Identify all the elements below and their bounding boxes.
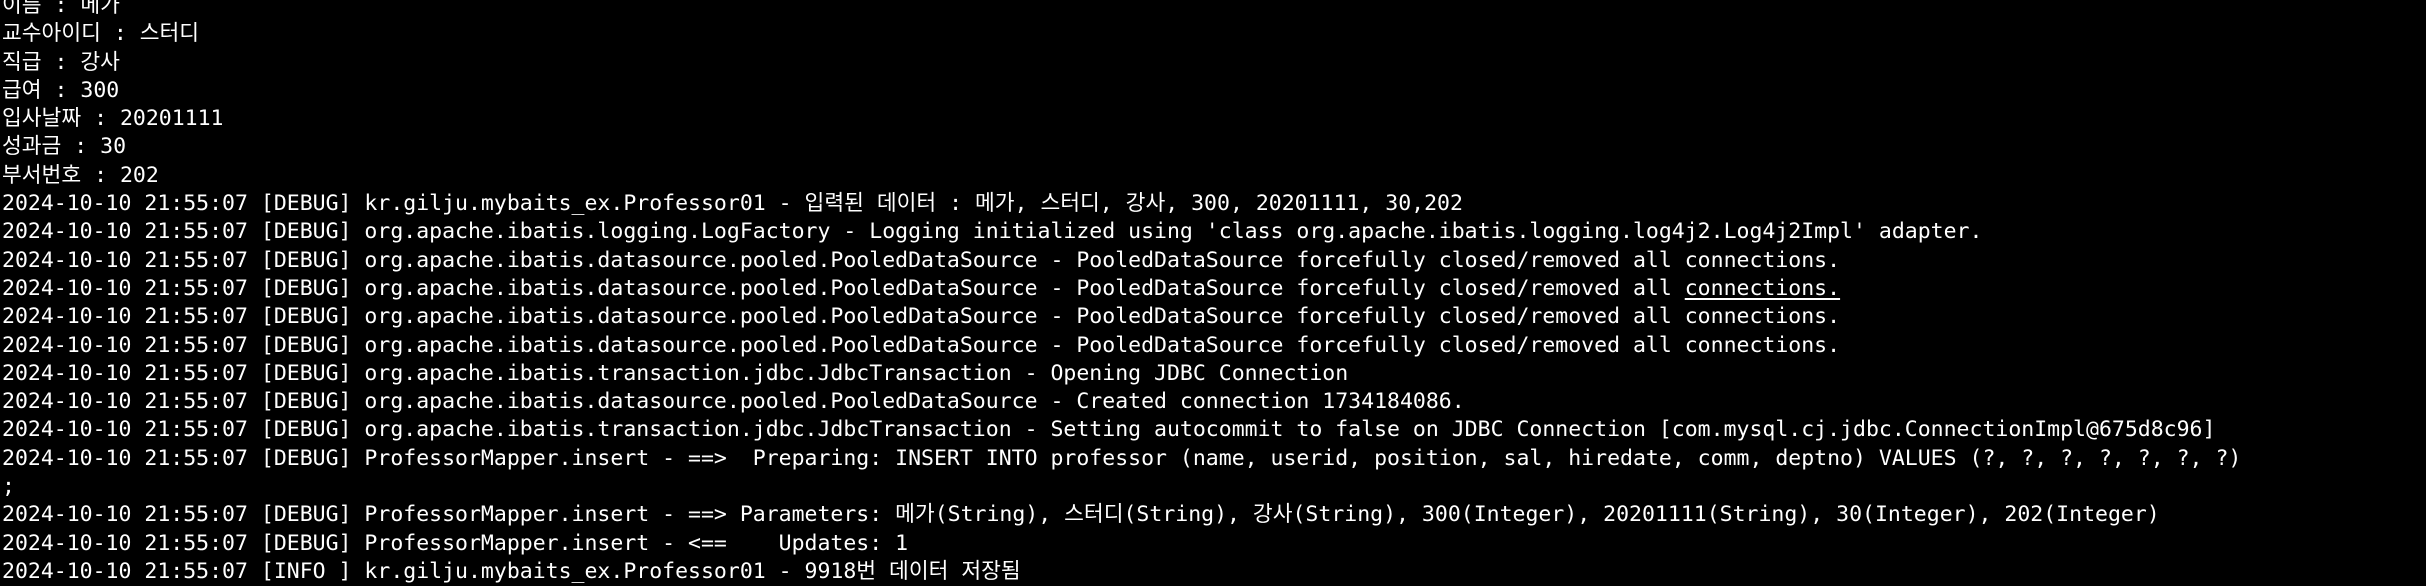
log-line-created-connection: 2024-10-10 21:55:07 [DEBUG] org.apache.i…	[2, 389, 1465, 415]
log-line-pooled-closed-4: 2024-10-10 21:55:07 [DEBUG] org.apache.i…	[2, 332, 1841, 358]
log-line-logfactory: 2024-10-10 21:55:07 [DEBUG] org.apache.i…	[2, 219, 1983, 245]
output-line-position: 직급 : 강사	[2, 49, 120, 75]
output-line-hiredate: 입사날짜 : 20201111	[2, 106, 224, 132]
log-line-pooled-closed-1: 2024-10-10 21:55:07 [DEBUG] org.apache.i…	[2, 247, 1841, 273]
log-line-pooled-closed-2: 2024-10-10 21:55:07 [DEBUG] org.apache.i…	[0, 275, 2426, 303]
output-line-commission: 성과금 : 30	[2, 134, 127, 160]
log-line-opening-connection: 2024-10-10 21:55:07 [DEBUG] org.apache.i…	[2, 360, 1349, 386]
output-line-professor-id: 교수아이디 : 스터디	[2, 21, 200, 47]
output-line-salary: 급여 : 300	[2, 77, 120, 103]
log-line-info-saved: 2024-10-10 21:55:07 [INFO ] kr.gilju.myb…	[2, 558, 1021, 584]
output-line-name: 이름 : 메가	[2, 0, 120, 18]
terminal-lines: 이름 : 메가 교수아이디 : 스터디 직급 : 강사 급여 : 300 입사날…	[0, 0, 2426, 586]
log-line-pooled-closed-3: 2024-10-10 21:55:07 [DEBUG] org.apache.i…	[2, 304, 1841, 330]
log-line-parameters: 2024-10-10 21:55:07 [DEBUG] ProfessorMap…	[2, 502, 2160, 528]
log-line-pooled-closed-2-text: 2024-10-10 21:55:07 [DEBUG] org.apache.i…	[2, 275, 1685, 301]
output-line-deptno: 부서번호 : 202	[2, 162, 159, 188]
log-line-preparing: 2024-10-10 21:55:07 [DEBUG] ProfessorMap…	[2, 445, 2242, 471]
log-line-autocommit: 2024-10-10 21:55:07 [DEBUG] org.apache.i…	[2, 417, 2216, 443]
terminal-output[interactable]: 이름 : 메가 교수아이디 : 스터디 직급 : 강사 급여 : 300 입사날…	[0, 0, 2426, 586]
log-line-updates: 2024-10-10 21:55:07 [DEBUG] ProfessorMap…	[2, 530, 909, 556]
log-line-semicolon: ;	[2, 474, 15, 500]
log-line-input-data: 2024-10-10 21:55:07 [DEBUG] kr.gilju.myb…	[2, 191, 1463, 217]
connections-link[interactable]: connections.	[1685, 276, 1840, 301]
